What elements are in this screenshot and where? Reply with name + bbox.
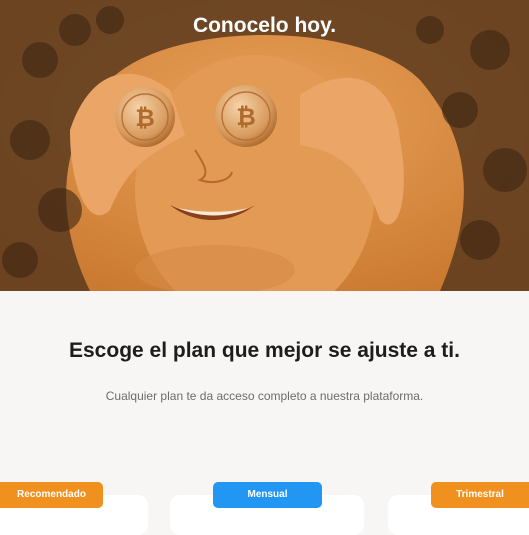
plans-section: Escoge el plan que mejor se ajuste a ti.… — [0, 291, 529, 535]
svg-text:₿: ₿ — [236, 103, 256, 131]
hero-image: ₿ ₿ — [0, 0, 529, 291]
svg-text:₿: ₿ — [135, 104, 155, 132]
plans-subline: Cualquier plan te da acceso completo a n… — [105, 389, 424, 403]
hero-banner: ₿ ₿ Conocelo hoy. — [0, 0, 529, 291]
tab-recommended[interactable]: Recomendado — [0, 482, 103, 508]
tab-monthly[interactable]: Mensual — [213, 482, 322, 508]
plans-headline: Escoge el plan que mejor se ajuste a ti. — [69, 339, 460, 362]
hero-title: Conocelo hoy. — [192, 14, 337, 37]
tab-quarterly[interactable]: Trimestral — [431, 482, 529, 508]
